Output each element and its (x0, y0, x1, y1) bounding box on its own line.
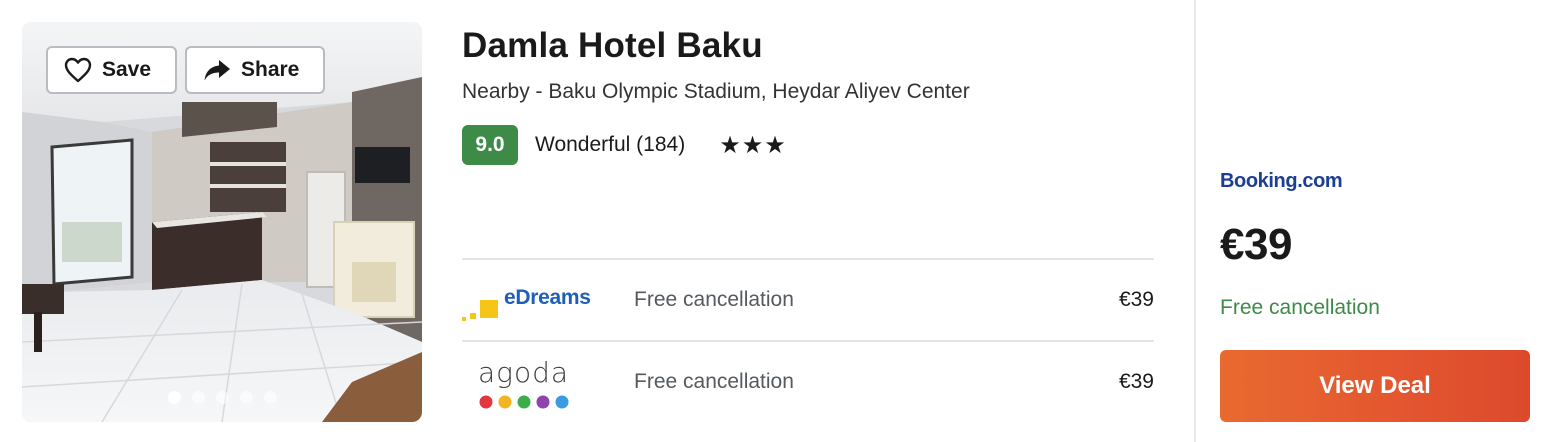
save-button[interactable]: Save (46, 46, 177, 94)
provider-cancellation: Free cancellation (634, 288, 794, 311)
agoda-logo-text: agoda (478, 356, 570, 389)
provider-cancellation: Free cancellation (634, 370, 794, 393)
share-arrow-icon (204, 60, 230, 81)
view-deal-button[interactable]: View Deal (1220, 350, 1530, 422)
hotel-result-card: Save Share Damla Hotel Baku Nearby - Bak… (0, 0, 1550, 442)
carousel-dot-4[interactable] (239, 391, 253, 404)
best-deal-panel: Booking.com €39 Free cancellation View D… (1220, 0, 1530, 442)
rating-row: 9.0 Wonderful (184) ★★★ (462, 124, 1154, 166)
provider-list: eDreams Free cancellation €39 agoda Free… (462, 258, 1154, 422)
booking-logo: Booking.com (1220, 170, 1343, 192)
hotel-info: Damla Hotel Baku Nearby - Baku Olympic S… (462, 22, 1154, 166)
provider-price: €39 (1118, 288, 1154, 311)
deal-cancellation: Free cancellation (1220, 296, 1380, 319)
edreams-logo-text: eDreams (504, 286, 591, 309)
share-button[interactable]: Share (185, 46, 325, 94)
carousel-dot-1[interactable] (167, 391, 181, 404)
provider-row-agoda[interactable]: agoda Free cancellation €39 (462, 340, 1154, 422)
photo-carousel-dots (22, 391, 422, 404)
agoda-color-dots-icon (479, 395, 569, 409)
carousel-dot-2[interactable] (191, 391, 205, 404)
carousel-dot-3[interactable] (215, 391, 229, 404)
review-rating-text[interactable]: Wonderful (184) (535, 133, 685, 157)
deal-price: €39 (1220, 220, 1292, 269)
hotel-photo[interactable]: Save Share (22, 22, 422, 422)
provider-row-edreams[interactable]: eDreams Free cancellation €39 (462, 258, 1154, 340)
provider-price: €39 (1118, 370, 1154, 393)
edreams-dots-icon (462, 300, 498, 321)
review-score-badge: 9.0 (462, 125, 518, 165)
share-button-label: Share (241, 58, 300, 81)
agoda-logo: agoda (462, 352, 634, 412)
edreams-logo: eDreams (462, 270, 634, 330)
heart-icon (64, 57, 92, 83)
carousel-dot-5[interactable] (263, 391, 277, 404)
save-button-label: Save (102, 58, 152, 81)
hotel-name[interactable]: Damla Hotel Baku (462, 22, 1154, 70)
column-divider (1194, 0, 1196, 442)
star-rating: ★★★ (719, 131, 787, 159)
hotel-nearby: Nearby - Baku Olympic Stadium, Heydar Al… (462, 80, 970, 103)
